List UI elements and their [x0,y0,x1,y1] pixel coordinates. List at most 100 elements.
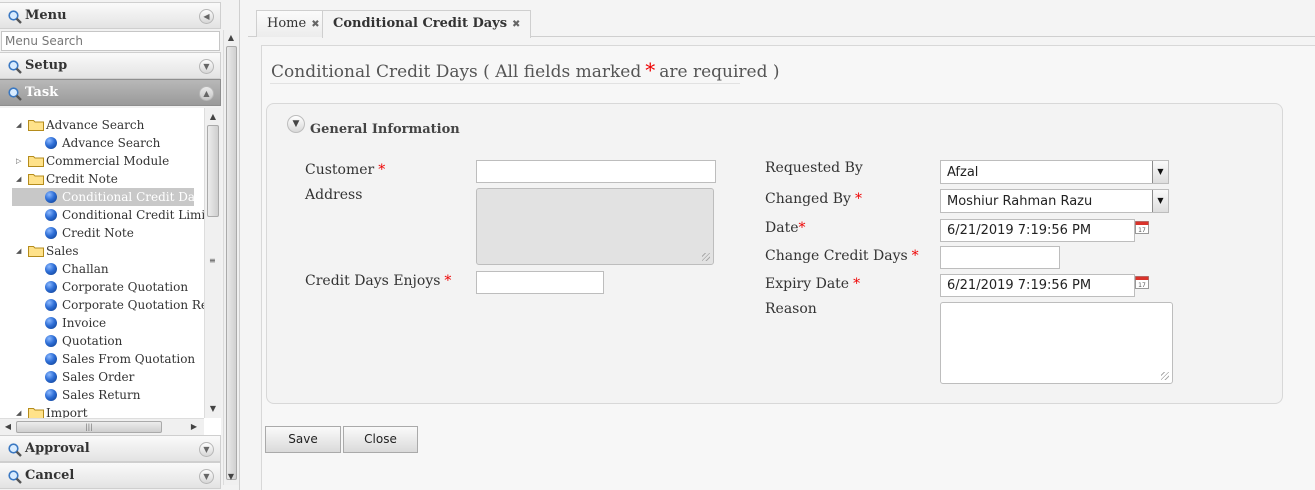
tree-item-invoice[interactable]: Invoice [45,314,200,332]
scroll-up-icon[interactable]: ▲ [224,31,238,45]
tree-label: Corporate Quotation [62,280,189,294]
task-section-header[interactable]: Task ▲ [0,79,221,106]
cancel-section-header[interactable]: Cancel ▼ [0,462,221,489]
menu-title: Menu [25,8,67,23]
scroll-thumb[interactable] [226,46,237,480]
tree-item-quotation[interactable]: Quotation [45,332,200,350]
tree-item-credit-note[interactable]: Credit Note [45,224,200,242]
expiry-date-label: Expiry Date * [765,276,861,292]
blue-ball-icon [45,353,57,365]
general-information-fieldset: ▼ General Information Customer * Address … [266,103,1283,404]
sidebar-scrollbar[interactable]: ▲ ▼ [223,30,239,485]
select-value: Moshiur Rahman Razu [947,194,1093,209]
customer-label: Customer * [305,162,386,178]
customer-input[interactable] [476,160,716,183]
scroll-thumb[interactable]: ||| [16,421,162,433]
close-icon[interactable]: ✖ [311,19,319,30]
credit-days-enjoys-input[interactable] [476,271,604,294]
close-button[interactable]: Close [343,426,418,453]
tree-label: Conditional Credit Days [62,190,208,204]
scroll-up-icon[interactable]: ▲ [206,110,220,124]
tree-item-challan[interactable]: Challan [45,260,200,278]
tree-label: Quotation [62,334,123,348]
tree-item-advance-search[interactable]: Advance Search [45,134,200,152]
magnifier-icon [8,60,22,74]
collapse-sidebar-icon[interactable]: ◀ [199,9,214,24]
chevron-down-icon[interactable]: ▼ [287,115,305,133]
change-credit-days-input[interactable] [940,246,1060,269]
save-button[interactable]: Save [265,426,341,453]
close-icon[interactable]: ✖ [512,19,520,30]
expiry-date-input[interactable] [940,274,1135,297]
section-title: General Information [310,122,460,137]
tree-label: Credit Note [46,172,118,186]
approval-label: Approval [25,441,90,456]
date-label: Date* [765,220,806,236]
tree-item-conditional-credit-limit[interactable]: Conditional Credit Limit [45,206,210,224]
tab-label: Home [267,16,307,31]
scroll-right-icon[interactable]: ▶ [187,420,201,434]
tree-folder-advance-search[interactable]: ◢ Advance Search [16,116,196,134]
tree-item-sales-from-quotation[interactable]: Sales From Quotation [45,350,200,368]
required-marker: * [645,58,656,82]
tree-label: Advance Search [62,136,161,150]
blue-ball-icon [45,335,57,347]
date-input[interactable] [940,219,1135,242]
tree-label: Commercial Module [46,154,170,168]
svg-text:17: 17 [1138,227,1146,234]
tab-conditional-credit-days[interactable]: Conditional Credit Days ✖ [322,10,532,38]
scroll-thumb[interactable] [207,125,219,217]
blue-ball-icon [45,389,57,401]
setup-section-header[interactable]: Setup ▼ [0,52,221,79]
changed-by-label: Changed By * [765,191,862,207]
chevron-down-icon: ▼ [199,469,214,484]
page-title-text: Conditional Credit Days ( All fields mar… [271,62,642,82]
calendar-icon[interactable]: 17 [1135,220,1149,234]
tree-horizontal-scrollbar[interactable]: ◀ ||| ▶ [0,418,204,435]
expanded-triangle-icon[interactable]: ◢ [16,170,26,188]
tree-item-conditional-credit-days[interactable]: Conditional Credit Days [12,188,208,206]
calendar-icon[interactable]: 17 [1135,275,1149,289]
tree-item-sales-return[interactable]: Sales Return [45,386,200,404]
tree-folder-import[interactable]: ◢ Import [16,404,196,418]
scroll-left-icon[interactable]: ◀ [1,420,15,434]
tree-item-corporate-quotation[interactable]: Corporate Quotation [45,278,204,296]
tree-label: Sales From Quotation [62,352,196,366]
tree-label: Sales Order [62,370,135,384]
blue-ball-icon [45,191,57,203]
select-value: Afzal [947,165,979,180]
changed-by-select[interactable]: Moshiur Rahman Razu ▼ [940,189,1169,213]
expanded-triangle-icon[interactable]: ◢ [16,116,26,134]
tab-home[interactable]: Home ✖ [256,10,331,37]
chevron-down-icon: ▼ [199,59,214,74]
expanded-triangle-icon[interactable]: ◢ [16,404,26,418]
collapsed-triangle-icon[interactable]: ▷ [16,152,26,170]
magnifier-icon [8,443,22,457]
expanded-triangle-icon[interactable]: ◢ [16,242,26,260]
page-title: Conditional Credit Days ( All fields mar… [271,58,780,82]
tree-label: Sales Return [62,388,141,402]
approval-section-header[interactable]: Approval ▼ [0,435,221,462]
tree-label: Invoice [62,316,107,330]
tab-label: Conditional Credit Days [333,16,508,31]
tree-item-corporate-quotation-revision[interactable]: Corporate Quotation Revis [45,296,204,314]
requested-by-select[interactable]: Afzal ▼ [940,160,1169,184]
menu-search-input[interactable] [1,31,220,51]
scroll-down-icon[interactable]: ▼ [224,470,238,484]
dropdown-arrow-icon[interactable]: ▼ [1152,161,1168,183]
reason-textarea[interactable] [940,302,1173,384]
tree-folder-commercial-module[interactable]: ▷ Commercial Module [16,152,201,170]
tree-folder-sales[interactable]: ◢ Sales [16,242,196,260]
tree-label: Advance Search [46,118,145,132]
blue-ball-icon [45,281,57,293]
magnifier-icon [8,10,22,24]
resize-grip-icon [702,253,710,261]
scroll-down-icon[interactable]: ▼ [206,402,220,416]
chevron-up-icon: ▲ [199,86,214,101]
tree-item-sales-order[interactable]: Sales Order [45,368,200,386]
magnifier-icon [8,470,22,484]
sidebar: Menu ◀ Setup ▼ Task ▲ ◢ Advance Search A… [0,0,240,490]
tree-vertical-scrollbar[interactable]: ▲ ≡ ▼ [204,108,221,418]
tree-folder-credit-note[interactable]: ◢ Credit Note [16,170,196,188]
dropdown-arrow-icon[interactable]: ▼ [1152,190,1168,212]
